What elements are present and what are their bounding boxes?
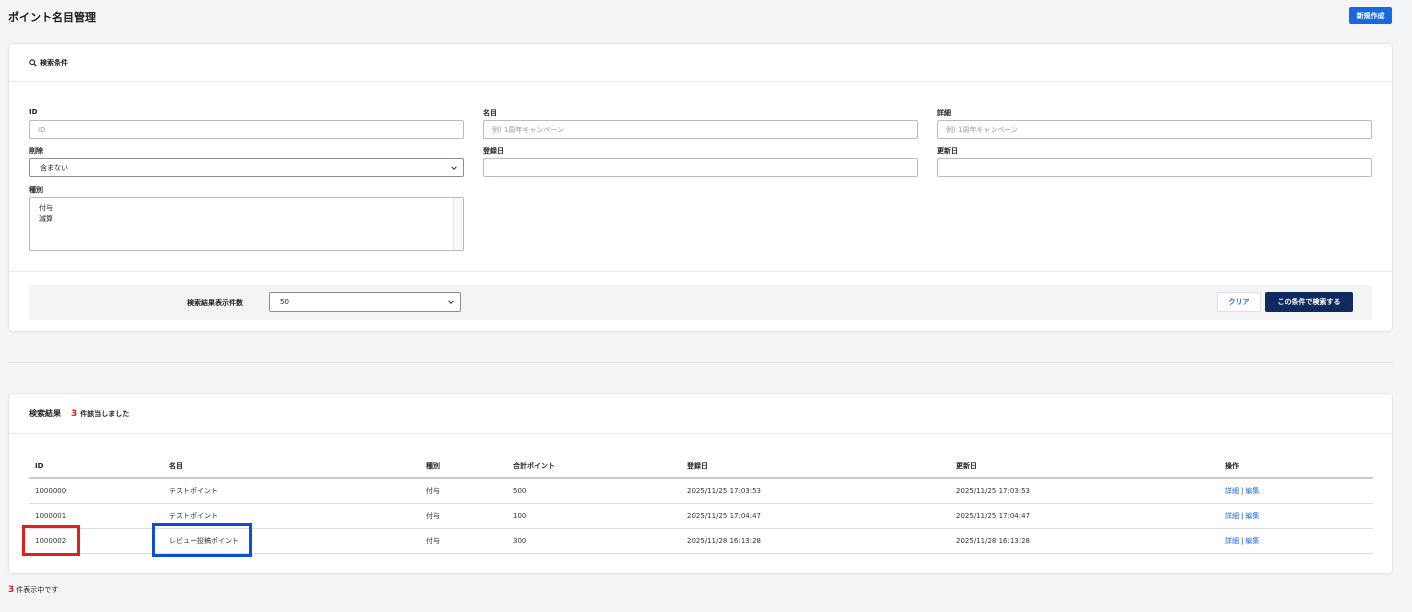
cell-updated: 2025/11/25 17:03:53 [950,478,1219,504]
name-field-group: 名目 例) 1周年キャンペーン [483,108,918,139]
detail-link[interactable]: 詳細 [1225,512,1239,520]
search-toolbar: 検索結果表示件数 50 クリア この条件で検索する [29,285,1372,320]
type-listbox[interactable]: 付与 減算 [29,197,464,251]
cell-id: 1000000 [29,478,163,504]
detail-link[interactable]: 詳細 [1225,537,1239,545]
updated-field-group: 更新日 [937,146,1372,177]
cell-name: テストポイント [163,478,420,504]
column-header-updated[interactable]: 更新日 [950,454,1219,479]
cell-total: 500 [507,478,681,504]
per-page-label: 検索結果表示件数 [187,299,243,307]
table-row: 1000000 テストポイント 付与 500 2025/11/25 17:03:… [29,478,1373,504]
detail-field-group: 詳細 例) 1周年キャンペーン [937,108,1372,139]
cell-created: 2025/11/25 17:04:47 [681,503,950,529]
column-header-created[interactable]: 登録日 [681,454,950,479]
new-create-button[interactable]: 新規作成 [1349,7,1392,24]
deleted-select-value: 含まない [40,163,68,172]
divider [9,271,1392,272]
clear-button[interactable]: クリア [1217,292,1261,312]
edit-link[interactable]: 編集 [1245,537,1259,545]
column-header-actions: 操作 [1219,454,1373,479]
action-separator: | [1241,511,1244,520]
search-card: 検索条件 ID ID 名目 例) 1周年キャンペーン 詳細 例) 1周年キャンペ… [8,43,1393,332]
type-field-group: 種別 付与 減算 [29,185,464,251]
column-header-total[interactable]: 合計ポイント [507,454,681,479]
detail-input[interactable]: 例) 1周年キャンペーン [937,120,1372,139]
per-page-select[interactable]: 50 [269,292,461,312]
deleted-label: 削除 [29,147,43,155]
search-card-title: 検索条件 [40,58,68,67]
cell-total: 100 [507,503,681,529]
type-option-subtract[interactable]: 減算 [39,214,463,225]
results-count-suffix: 件該当しました [80,409,130,418]
listbox-scrollbar[interactable] [453,198,463,250]
id-input[interactable]: ID [29,120,464,139]
detail-label: 詳細 [937,109,951,117]
chevron-down-icon [448,300,454,304]
cell-type: 付与 [420,503,507,529]
cell-updated: 2025/11/25 17:04:47 [950,503,1219,529]
page-title: ポイント名目管理 [8,11,96,24]
table-header-row: ID 名目 種別 合計ポイント 登録日 更新日 操作 [29,454,1373,479]
results-count: 3 [71,408,78,419]
created-label: 登録日 [483,147,504,155]
section-divider [8,362,1393,363]
footer-count: 3 件表示中です [8,585,58,595]
detail-link[interactable]: 詳細 [1225,487,1239,495]
search-card-header: 検索条件 [9,44,1392,82]
deleted-select[interactable]: 含まない [29,158,464,177]
id-field-group: ID ID [29,108,464,139]
updated-label: 更新日 [937,147,958,155]
created-field-group: 登録日 [483,146,918,177]
name-label: 名目 [483,109,497,117]
created-date-input[interactable] [483,158,918,177]
footer-count-suffix: 件表示中です [16,586,59,594]
deleted-field-group: 削除 含まない [29,146,464,177]
edit-link[interactable]: 編集 [1245,512,1259,520]
cell-actions: 詳細 | 編集 [1219,478,1373,504]
search-icon [29,58,37,67]
cell-created: 2025/11/25 17:03:53 [681,478,950,504]
cell-updated: 2025/11/28 16:13:28 [950,528,1219,554]
action-separator: | [1241,536,1244,545]
type-option-grant[interactable]: 付与 [39,203,463,214]
updated-date-input[interactable] [937,158,1372,177]
edit-link[interactable]: 編集 [1245,487,1259,495]
results-title: 検索結果 [29,409,61,418]
per-page-value: 50 [280,298,289,306]
column-header-type[interactable]: 種別 [420,454,507,479]
cell-type: 付与 [420,478,507,504]
highlight-box-red [22,525,80,556]
cell-created: 2025/11/28 16:13:28 [681,528,950,554]
type-label: 種別 [29,186,43,194]
cell-total: 300 [507,528,681,554]
highlight-box-blue [152,523,252,557]
id-label: ID [29,108,38,116]
column-header-name[interactable]: 名目 [163,454,420,479]
name-input[interactable]: 例) 1周年キャンペーン [483,120,918,139]
action-separator: | [1241,486,1244,495]
cell-type: 付与 [420,528,507,554]
results-header: 検索結果 3 件該当しました [9,394,1392,434]
search-submit-button[interactable]: この条件で検索する [1265,292,1353,312]
column-header-id[interactable]: ID [29,454,163,479]
cell-actions: 詳細 | 編集 [1219,503,1373,529]
footer-count-number: 3 [8,585,15,595]
chevron-down-icon [451,165,457,170]
cell-actions: 詳細 | 編集 [1219,528,1373,554]
